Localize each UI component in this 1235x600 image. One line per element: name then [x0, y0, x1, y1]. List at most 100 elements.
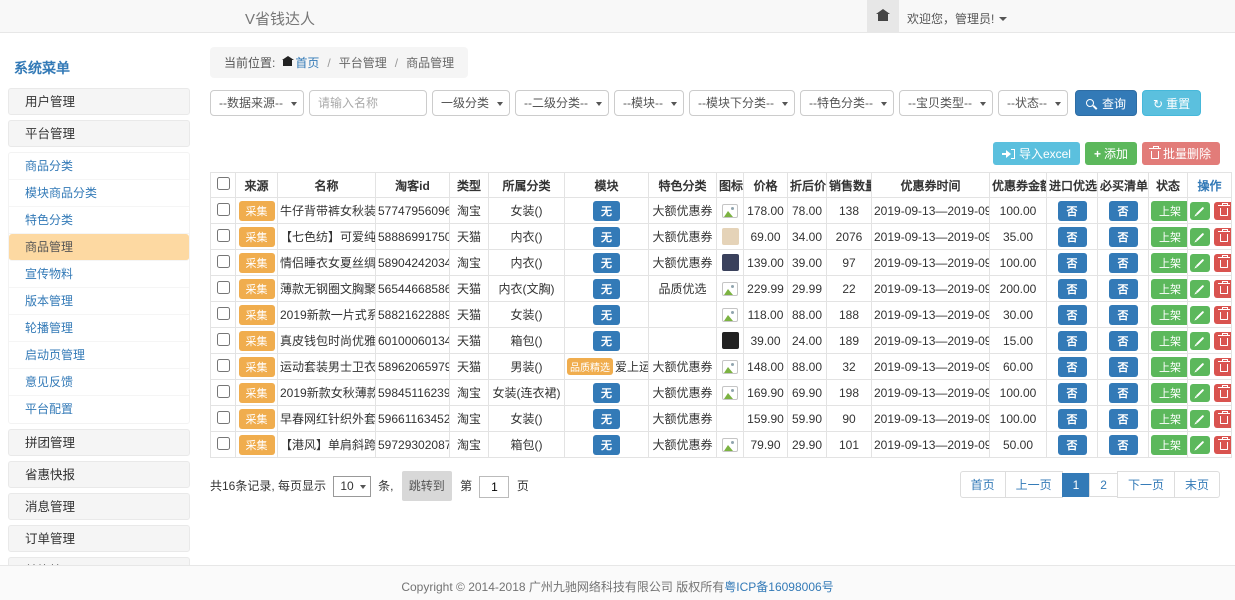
add-button[interactable]: +添加 — [1085, 142, 1137, 165]
edit-button[interactable] — [1190, 228, 1210, 246]
source-badge[interactable]: 采集 — [239, 435, 275, 455]
delete-button[interactable] — [1214, 384, 1232, 402]
module-none-badge[interactable]: 无 — [593, 201, 620, 221]
import-choice-toggle[interactable]: 否 — [1058, 409, 1087, 429]
status-button[interactable]: 上架 — [1151, 279, 1188, 299]
sidebar-group[interactable]: 用户管理 — [8, 88, 190, 115]
icp-link[interactable]: 粤ICP备16098006号 — [724, 580, 833, 594]
edit-button[interactable] — [1190, 306, 1210, 324]
import-excel-button[interactable]: 导入excel — [993, 142, 1080, 165]
sidebar-group[interactable]: 消息管理 — [8, 493, 190, 520]
home-button[interactable] — [867, 0, 899, 32]
status-button[interactable]: 上架 — [1151, 253, 1188, 273]
module-none-badge[interactable]: 无 — [593, 435, 620, 455]
must-buy-toggle[interactable]: 否 — [1109, 409, 1138, 429]
row-checkbox[interactable] — [217, 229, 230, 242]
name-search-input[interactable] — [309, 90, 427, 116]
status-button[interactable]: 上架 — [1151, 331, 1188, 351]
delete-button[interactable] — [1214, 254, 1232, 272]
page-number-input[interactable] — [479, 476, 509, 498]
must-buy-toggle[interactable]: 否 — [1109, 227, 1138, 247]
import-choice-toggle[interactable]: 否 — [1058, 383, 1087, 403]
reset-button[interactable]: ↻重置 — [1142, 90, 1201, 116]
row-checkbox[interactable] — [217, 359, 230, 372]
breadcrumb-home-link[interactable]: 首页 — [295, 56, 319, 70]
source-badge[interactable]: 采集 — [239, 383, 275, 403]
sidebar-submenu-item[interactable]: 平台配置 — [9, 396, 189, 423]
status-button[interactable]: 上架 — [1151, 383, 1188, 403]
edit-button[interactable] — [1190, 358, 1210, 376]
must-buy-toggle[interactable]: 否 — [1109, 331, 1138, 351]
filter-select-item-type[interactable]: --宝贝类型-- — [899, 90, 993, 116]
status-button[interactable]: 上架 — [1151, 305, 1188, 325]
row-checkbox[interactable] — [217, 385, 230, 398]
sidebar-group[interactable]: 平台管理 — [8, 120, 190, 147]
sidebar-group[interactable]: 订单管理 — [8, 525, 190, 552]
module-none-badge[interactable]: 无 — [593, 227, 620, 247]
sidebar-submenu-item[interactable]: 商品分类 — [9, 153, 189, 180]
sidebar-submenu-item[interactable]: 版本管理 — [9, 288, 189, 315]
row-checkbox[interactable] — [217, 255, 230, 268]
batch-delete-button[interactable]: 批量删除 — [1142, 142, 1220, 165]
row-checkbox[interactable] — [217, 203, 230, 216]
filter-select-level2-category[interactable]: --二级分类-- — [515, 90, 609, 116]
row-checkbox[interactable] — [217, 307, 230, 320]
module-none-badge[interactable]: 无 — [593, 253, 620, 273]
delete-button[interactable] — [1214, 228, 1232, 246]
filter-select-level1-category[interactable]: 一级分类 — [432, 90, 510, 116]
import-choice-toggle[interactable]: 否 — [1058, 279, 1087, 299]
edit-button[interactable] — [1190, 436, 1210, 454]
status-button[interactable]: 上架 — [1151, 357, 1188, 377]
row-checkbox[interactable] — [217, 437, 230, 450]
must-buy-toggle[interactable]: 否 — [1109, 253, 1138, 273]
import-choice-toggle[interactable]: 否 — [1058, 227, 1087, 247]
page-link[interactable]: 上一页 — [1005, 471, 1063, 498]
source-badge[interactable]: 采集 — [239, 331, 275, 351]
status-button[interactable]: 上架 — [1151, 435, 1188, 455]
filter-select-status[interactable]: --状态-- — [998, 90, 1068, 116]
sidebar-group[interactable]: 省惠快报 — [8, 461, 190, 488]
page-link[interactable]: 末页 — [1174, 471, 1220, 498]
must-buy-toggle[interactable]: 否 — [1109, 279, 1138, 299]
edit-button[interactable] — [1190, 254, 1210, 272]
edit-button[interactable] — [1190, 384, 1210, 402]
module-none-badge[interactable]: 无 — [593, 383, 620, 403]
source-badge[interactable]: 采集 — [239, 279, 275, 299]
filter-select-module-subcategory[interactable]: --模块下分类-- — [689, 90, 795, 116]
sidebar-submenu-item[interactable]: 商品管理 — [9, 234, 189, 261]
delete-button[interactable] — [1214, 202, 1232, 220]
select-all-checkbox[interactable] — [217, 177, 230, 190]
module-badge[interactable]: 品质精选 — [567, 358, 613, 375]
delete-button[interactable] — [1214, 436, 1232, 454]
import-choice-toggle[interactable]: 否 — [1058, 305, 1087, 325]
must-buy-toggle[interactable]: 否 — [1109, 383, 1138, 403]
sidebar-group[interactable]: 拼团管理 — [8, 429, 190, 456]
filter-select-feature-category[interactable]: --特色分类-- — [800, 90, 894, 116]
sidebar-group[interactable]: 兑换管理 — [8, 557, 190, 565]
row-checkbox[interactable] — [217, 411, 230, 424]
must-buy-toggle[interactable]: 否 — [1109, 357, 1138, 377]
page-link[interactable]: 1 — [1062, 473, 1091, 497]
module-none-badge[interactable]: 无 — [593, 409, 620, 429]
source-badge[interactable]: 采集 — [239, 201, 275, 221]
row-checkbox[interactable] — [217, 333, 230, 346]
row-checkbox[interactable] — [217, 281, 230, 294]
source-badge[interactable]: 采集 — [239, 305, 275, 325]
delete-button[interactable] — [1214, 280, 1232, 298]
must-buy-toggle[interactable]: 否 — [1109, 201, 1138, 221]
sidebar-submenu-item[interactable]: 模块商品分类 — [9, 180, 189, 207]
sidebar-submenu-item[interactable]: 特色分类 — [9, 207, 189, 234]
sidebar-submenu-item[interactable]: 宣传物料 — [9, 261, 189, 288]
import-choice-toggle[interactable]: 否 — [1058, 331, 1087, 351]
page-link[interactable]: 下一页 — [1117, 471, 1175, 498]
edit-button[interactable] — [1190, 332, 1210, 350]
user-menu[interactable]: 欢迎您，管理员! — [907, 10, 1007, 27]
delete-button[interactable] — [1214, 332, 1232, 350]
must-buy-toggle[interactable]: 否 — [1109, 305, 1138, 325]
edit-button[interactable] — [1190, 410, 1210, 428]
source-badge[interactable]: 采集 — [239, 253, 275, 273]
edit-button[interactable] — [1190, 280, 1210, 298]
delete-button[interactable] — [1214, 410, 1232, 428]
sidebar-submenu-item[interactable]: 意见反馈 — [9, 369, 189, 396]
import-choice-toggle[interactable]: 否 — [1058, 201, 1087, 221]
